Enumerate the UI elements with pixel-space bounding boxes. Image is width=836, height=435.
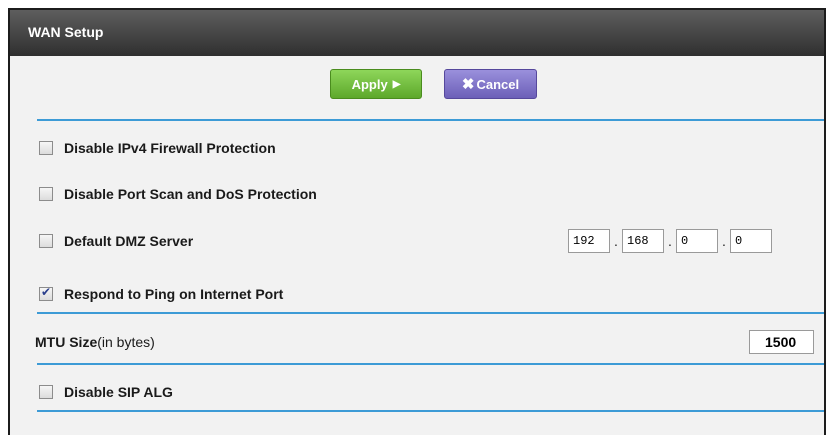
cancel-button[interactable]: ✖ Cancel xyxy=(444,69,537,99)
x-icon: ✖ xyxy=(461,76,475,93)
mtu-row: MTU Size (in bytes) xyxy=(35,330,814,354)
dmz-ip-octet-2[interactable]: 168 xyxy=(622,229,664,253)
separator xyxy=(37,119,824,121)
ip-dot: . xyxy=(668,233,672,249)
mtu-input[interactable]: 1500 xyxy=(749,330,814,354)
ipv4-firewall-label: Disable IPv4 Firewall Protection xyxy=(64,140,276,156)
separator xyxy=(37,410,824,412)
sip-alg-checkbox[interactable] xyxy=(39,385,53,399)
play-arrow-icon: ▶ xyxy=(392,78,401,90)
ping-checkbox[interactable] xyxy=(39,285,53,301)
option-ipv4-firewall: Disable IPv4 Firewall Protection xyxy=(37,136,814,160)
dmz-ip-address: 192 . 168 . 0 . 0 xyxy=(568,229,772,253)
apply-button[interactable]: Apply ▶ xyxy=(330,69,422,99)
port-scan-checkbox[interactable] xyxy=(39,187,53,201)
dmz-ip-octet-1[interactable]: 192 xyxy=(568,229,610,253)
separator xyxy=(37,363,824,365)
mtu-label: MTU Size xyxy=(35,334,98,350)
dmz-checkbox[interactable] xyxy=(39,234,53,248)
separator xyxy=(37,312,824,314)
apply-button-label: Apply xyxy=(351,76,388,92)
dmz-ip-octet-3[interactable]: 0 xyxy=(676,229,718,253)
title-bar: WAN Setup xyxy=(10,10,824,56)
option-port-scan: Disable Port Scan and DoS Protection xyxy=(37,182,814,206)
ping-label: Respond to Ping on Internet Port xyxy=(64,286,284,302)
ip-dot: . xyxy=(614,233,618,249)
ipv4-firewall-checkbox[interactable] xyxy=(39,141,53,155)
cancel-button-label: Cancel xyxy=(476,76,520,92)
option-ping: Respond to Ping on Internet Port xyxy=(37,282,814,306)
ip-dot: . xyxy=(722,233,726,249)
mtu-unit-label: (in bytes) xyxy=(97,334,155,350)
page-title: WAN Setup xyxy=(28,24,104,40)
wan-setup-panel: WAN Setup Apply ▶ ✖ Cancel Disable IPv4 … xyxy=(8,8,826,435)
dmz-ip-octet-4[interactable]: 0 xyxy=(730,229,772,253)
port-scan-label: Disable Port Scan and DoS Protection xyxy=(64,186,317,202)
sip-alg-label: Disable SIP ALG xyxy=(64,384,173,400)
dmz-label: Default DMZ Server xyxy=(64,233,194,249)
option-sip-alg: Disable SIP ALG xyxy=(37,380,814,404)
